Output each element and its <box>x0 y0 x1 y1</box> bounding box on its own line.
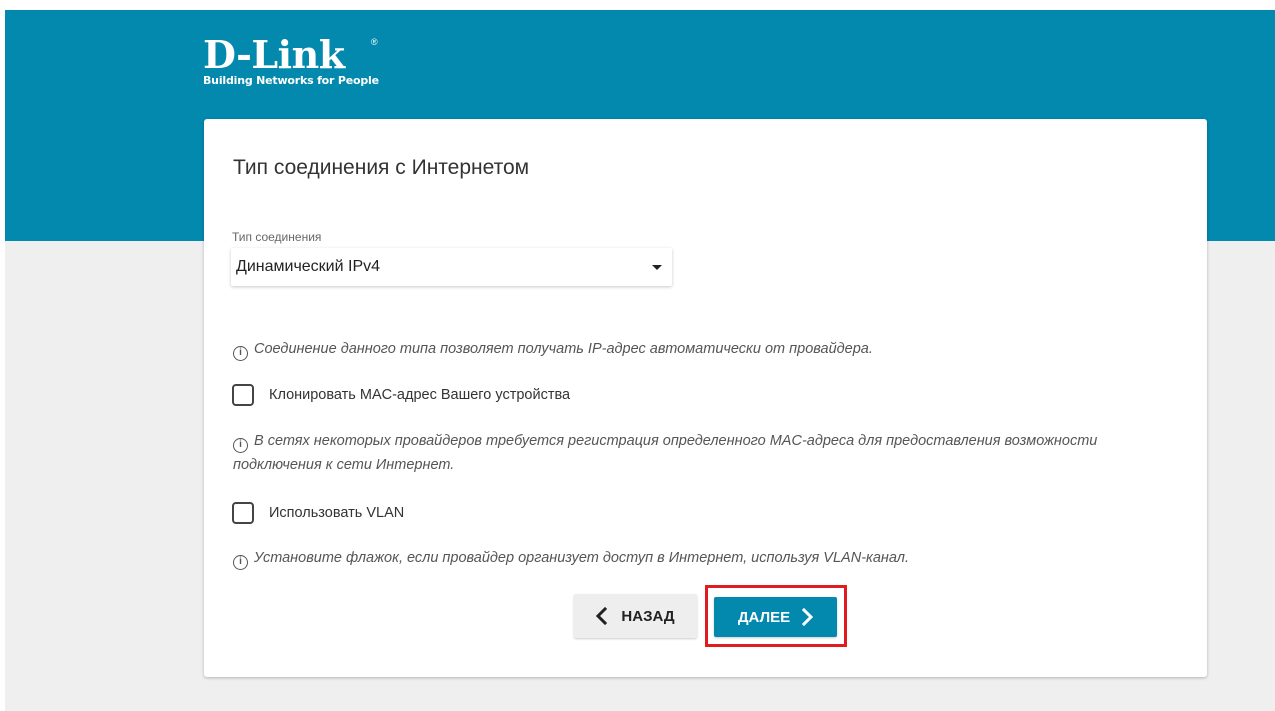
use-vlan-row[interactable]: Использовать VLAN <box>232 501 404 525</box>
info-icon: i <box>233 555 248 570</box>
logo-name: D-Link <box>203 32 345 77</box>
wizard-card: Тип соединения с Интернетом Тип соединен… <box>204 119 1207 677</box>
caret-down-icon <box>652 265 662 270</box>
logo-tagline: Building Networks for People <box>203 74 379 87</box>
next-button-label: ДАЛЕЕ <box>737 608 791 626</box>
use-vlan-checkbox[interactable] <box>232 502 254 524</box>
chevron-left-icon <box>596 607 608 625</box>
back-button[interactable]: НАЗАД <box>574 594 697 638</box>
connection-type-label: Тип соединения <box>232 230 322 244</box>
clone-mac-row[interactable]: Клонировать MAC-адрес Вашего устройства <box>232 383 570 407</box>
connection-type-select[interactable]: Динамический IPv4 <box>231 248 672 286</box>
info-connection-text: Соединение данного типа позволяет получа… <box>254 341 873 357</box>
connection-type-value: Динамический IPv4 <box>236 258 381 275</box>
back-button-label: НАЗАД <box>621 607 675 625</box>
dlink-logo: D-Link ® Building Networks for People <box>203 36 379 88</box>
card-title: Тип соединения с Интернетом <box>233 156 530 179</box>
info-mac-text: В сетях некоторых провайдеров требуется … <box>233 433 1098 473</box>
chevron-right-icon <box>802 608 814 626</box>
info-vlan: i Установите флажок, если провайдер орган… <box>233 546 909 570</box>
clone-mac-label: Клонировать MAC-адрес Вашего устройства <box>269 387 571 403</box>
logo-registered-mark: ® <box>371 37 378 47</box>
clone-mac-checkbox[interactable] <box>232 384 254 406</box>
use-vlan-label: Использовать VLAN <box>269 505 405 521</box>
info-mac: iВ сетях некоторых провайдеров требуется… <box>233 429 1153 477</box>
info-connection-type: i Соединение данного типа позволяет получ… <box>233 337 873 361</box>
next-button[interactable]: ДАЛЕЕ <box>714 597 837 637</box>
info-icon: i <box>233 346 248 361</box>
info-vlan-text: Установите флажок, если провайдер органи… <box>254 550 910 566</box>
info-icon: i <box>233 438 248 453</box>
